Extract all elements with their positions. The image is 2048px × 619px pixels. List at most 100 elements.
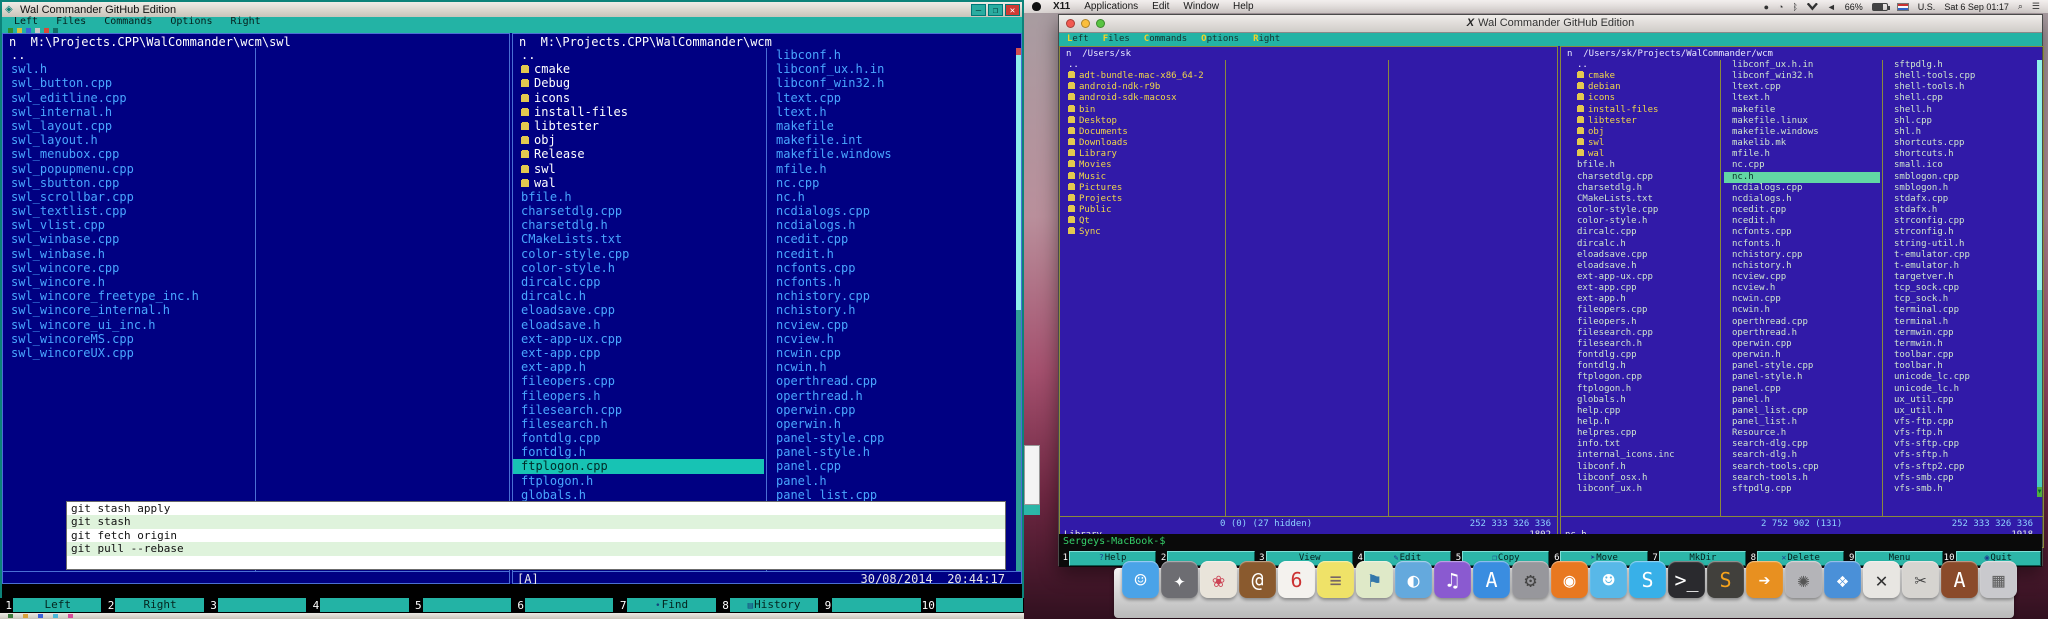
file-row[interactable]: nchistory.cpp: [1724, 250, 1880, 261]
function-key[interactable]: 7 •Find: [614, 598, 716, 613]
file-row[interactable]: filesearch.h: [1569, 339, 1719, 350]
file-row[interactable]: obj: [1569, 127, 1719, 138]
file-row[interactable]: panel.h: [1724, 395, 1880, 406]
file-row[interactable]: termwin.cpp: [1886, 328, 2034, 339]
file-row[interactable]: Music: [1060, 172, 1224, 183]
volume-icon[interactable]: ◄: [1827, 2, 1836, 12]
file-row[interactable]: globals.h: [1569, 395, 1719, 406]
file-row[interactable]: shell.cpp: [1886, 93, 2034, 104]
toolbar-icon[interactable]: [8, 28, 13, 33]
file-row[interactable]: libconf_ux.h: [1569, 484, 1719, 495]
file-row[interactable]: fontdlg.cpp: [513, 431, 764, 445]
file-row[interactable]: ext-app.cpp: [513, 346, 764, 360]
file-row[interactable]: panel-style.cpp: [768, 431, 1016, 445]
wifi-icon[interactable]: [1807, 3, 1818, 11]
file-row[interactable]: color-style.h: [513, 261, 764, 275]
file-row[interactable]: shell.h: [1886, 105, 2034, 116]
file-row[interactable]: operwin.h: [1724, 350, 1880, 361]
close-button[interactable]: ✕: [1005, 4, 1020, 16]
file-row[interactable]: Release: [513, 147, 764, 161]
file-row[interactable]: bfile.h: [513, 190, 764, 204]
file-row[interactable]: sftpdlg.cpp: [1724, 484, 1880, 495]
taskbar-icon[interactable]: [53, 614, 58, 618]
file-row[interactable]: ..: [1060, 60, 1224, 71]
menubar-item[interactable]: Applications: [1084, 1, 1138, 12]
file-row[interactable]: operthread.cpp: [1724, 317, 1880, 328]
file-row[interactable]: Downloads: [1060, 138, 1224, 149]
file-row[interactable]: ncfonts.h: [768, 275, 1016, 289]
scrollbar-thumb[interactable]: [1016, 55, 1021, 310]
file-row[interactable]: ftplogon.cpp: [513, 459, 764, 473]
file-row[interactable]: color-style.h: [1569, 216, 1719, 227]
finder-icon[interactable]: ☺: [1122, 561, 1159, 598]
file-row[interactable]: dircalc.h: [513, 289, 764, 303]
file-row[interactable]: ncview.h: [768, 332, 1016, 346]
file-row[interactable]: swl: [513, 162, 764, 176]
file-row[interactable]: ltext.h: [1724, 93, 1880, 104]
notes-icon[interactable]: ≡: [1317, 561, 1354, 598]
file-row[interactable]: operwin.cpp: [768, 403, 1016, 417]
menu-item[interactable]: Options: [1201, 33, 1239, 46]
file-row[interactable]: toolbar.cpp: [1886, 350, 2034, 361]
history-item[interactable]: git stash: [67, 515, 1005, 528]
file-row[interactable]: panel.cpp: [768, 459, 1016, 473]
title-bar[interactable]: ◈ Wal Commander GitHub Edition — ❐ ✕: [2, 2, 1022, 17]
firefox-icon[interactable]: ◉: [1551, 561, 1588, 598]
file-row[interactable]: nchistory.cpp: [768, 289, 1016, 303]
terminal-icon[interactable]: >_: [1668, 561, 1705, 598]
file-row[interactable]: icons: [513, 91, 764, 105]
file-row[interactable]: charsetdlg.cpp: [513, 204, 764, 218]
mac-title-bar[interactable]: XWal Commander GitHub Edition: [1059, 15, 2042, 33]
file-row[interactable]: nc.cpp: [768, 176, 1016, 190]
file-row[interactable]: globals.h: [513, 488, 764, 502]
file-row[interactable]: swl_wincoreUX.cpp: [3, 346, 253, 360]
file-row[interactable]: Documents: [1060, 127, 1224, 138]
menu-item[interactable]: Commands: [1144, 33, 1187, 46]
file-row[interactable]: swl_wincore_ui_inc.h: [3, 318, 253, 332]
file-row[interactable]: search-tools.cpp: [1724, 462, 1880, 473]
file-row[interactable]: ftplogon.cpp: [1569, 372, 1719, 383]
file-row[interactable]: fileopers.cpp: [513, 374, 764, 388]
file-row[interactable]: filesearch.cpp: [513, 403, 764, 417]
scissors-icon[interactable]: ✂: [1902, 561, 1939, 598]
file-row[interactable]: shell-tools.cpp: [1886, 71, 2034, 82]
battery-icon[interactable]: [1872, 3, 1888, 11]
file-row[interactable]: makefile.linux: [1724, 116, 1880, 127]
file-row[interactable]: eloadsave.cpp: [1569, 250, 1719, 261]
file-row[interactable]: vfs-smb.cpp: [1886, 473, 2034, 484]
file-row[interactable]: ncview.h: [1724, 283, 1880, 294]
file-row[interactable]: obj: [513, 133, 764, 147]
file-row[interactable]: ncdialogs.cpp: [768, 204, 1016, 218]
file-row[interactable]: ext-app.cpp: [1569, 283, 1719, 294]
menu-item[interactable]: Right: [231, 17, 261, 27]
history-item[interactable]: git stash apply: [67, 502, 1005, 515]
toolbar-icon[interactable]: [26, 28, 31, 33]
file-row[interactable]: fontdlg.h: [513, 445, 764, 459]
function-key[interactable]: 10: [922, 598, 1024, 613]
file-row[interactable]: small.ico: [1886, 160, 2034, 171]
preview-icon[interactable]: ◐: [1395, 561, 1432, 598]
notification-circle-icon[interactable]: ●: [1764, 2, 1769, 12]
file-row[interactable]: swl_textlist.cpp: [3, 204, 253, 218]
file-row[interactable]: swl_wincore_freetype_inc.h: [3, 289, 253, 303]
file-row[interactable]: nchistory.h: [1724, 261, 1880, 272]
function-key[interactable]: 1 Left: [0, 598, 102, 613]
file-row[interactable]: ux_util.h: [1886, 406, 2034, 417]
file-row[interactable]: operthread.h: [768, 389, 1016, 403]
file-row[interactable]: dircalc.h: [1569, 239, 1719, 250]
toolbar-icon[interactable]: [17, 28, 22, 33]
file-row[interactable]: ext-app-ux.cpp: [513, 332, 764, 346]
file-row[interactable]: vfs-smb.h: [1886, 484, 2034, 495]
file-row[interactable]: ..: [3, 48, 253, 62]
menu-item[interactable]: Options: [170, 17, 212, 27]
file-row[interactable]: fontdlg.h: [1569, 361, 1719, 372]
file-row[interactable]: filesearch.h: [513, 417, 764, 431]
file-row[interactable]: ncedit.cpp: [768, 232, 1016, 246]
file-row[interactable]: shortcuts.cpp: [1886, 138, 2034, 149]
windows-taskbar[interactable]: [0, 613, 1024, 619]
menu-item[interactable]: Left: [1067, 33, 1089, 46]
file-row[interactable]: ..: [513, 48, 764, 62]
file-row[interactable]: vfs-sftp2.cpp: [1886, 462, 2034, 473]
menu-item[interactable]: Files: [56, 17, 86, 27]
file-row[interactable]: ncwin.h: [1724, 305, 1880, 316]
